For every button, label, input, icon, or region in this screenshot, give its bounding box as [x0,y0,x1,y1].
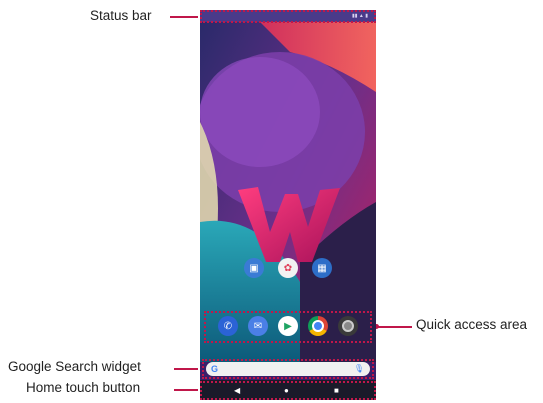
quick-access-annotation: Quick access area [416,317,528,332]
home-touch-annotation: Home touch button [26,380,141,395]
quick-access-highlight [204,311,372,343]
home-touch-leader [174,389,198,391]
home-app[interactable]: ▣ [244,258,264,278]
store-icon: ▣ [244,258,264,278]
status-bar-leader [170,16,198,18]
search-widget-leader [174,368,198,370]
home-app[interactable]: ▦ [312,258,332,278]
status-bar-highlight [200,10,376,23]
search-widget-highlight [202,359,374,379]
home-app-row: ▣ ✿ ▦ [200,258,376,278]
search-widget-annotation: Google Search widget [8,359,141,374]
quick-access-leader [378,326,412,328]
calendar-icon: ▦ [312,258,332,278]
phone-screen: ▮▮ ▲ ▮ ▣ ✿ ▦ ✆ ✉ ▶ G 🎙 ◀ ● ■ [200,10,376,400]
photos-icon: ✿ [278,258,298,278]
navbar-highlight [200,381,376,400]
home-app[interactable]: ✿ [278,258,298,278]
status-bar-annotation: Status bar [90,8,152,23]
